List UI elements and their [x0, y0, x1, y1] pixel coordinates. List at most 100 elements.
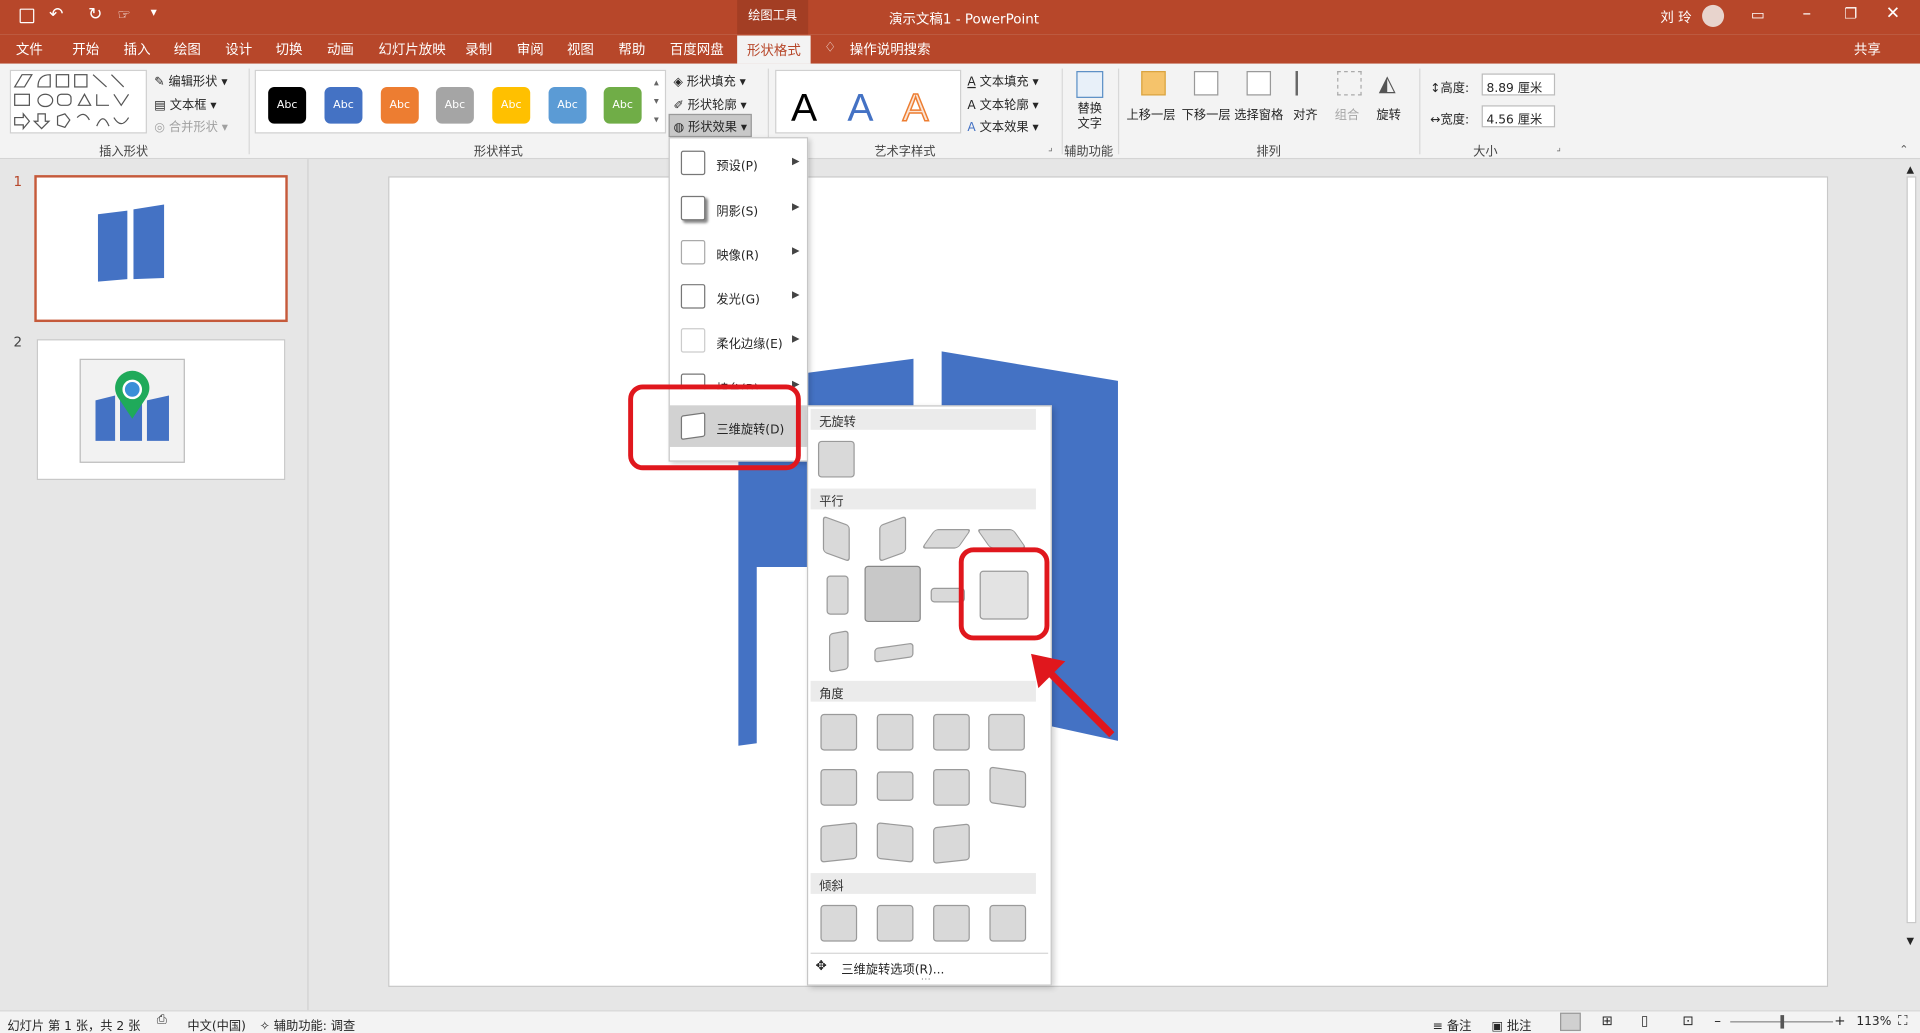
- slide-sorter-icon[interactable]: ⊞: [1602, 1013, 1613, 1029]
- rotate-button[interactable]: ◭ 旋转: [1376, 71, 1408, 138]
- tab-review[interactable]: 审阅: [517, 39, 544, 59]
- edit-shape-button[interactable]: ✎ 编辑形状 ▾: [154, 71, 227, 89]
- scroll-thumb[interactable]: [1906, 176, 1917, 924]
- reading-view-icon[interactable]: ▯: [1641, 1013, 1648, 1029]
- rotation-off-axis-2-right[interactable]: [828, 630, 849, 673]
- shape-outline-button[interactable]: ✐ 形状轮廓 ▾: [673, 94, 746, 112]
- style-swatch-green[interactable]: Abc: [603, 86, 642, 124]
- user-name[interactable]: 刘 玲: [1660, 7, 1691, 27]
- dialog-launcher-icon[interactable]: ⌟: [1048, 142, 1053, 153]
- tab-shape-format[interactable]: 形状格式: [737, 35, 811, 64]
- zoom-level[interactable]: 113%: [1856, 1015, 1891, 1028]
- vertical-scrollbar[interactable]: ▲ ▼: [1902, 161, 1919, 1009]
- rotation-isometric-top-up[interactable]: [921, 528, 972, 549]
- selection-pane-button[interactable]: 选择窗格: [1234, 71, 1288, 138]
- rotation-perspective-front[interactable]: [820, 713, 858, 751]
- redo-icon[interactable]: ↻: [88, 5, 102, 25]
- scroll-down-icon[interactable]: ▼: [1907, 936, 1915, 947]
- width-field[interactable]: 4.56 厘米: [1481, 105, 1556, 128]
- tab-baidu-netdisk[interactable]: 百度网盘: [670, 39, 724, 59]
- collapse-ribbon-icon[interactable]: ⌃: [1899, 144, 1908, 156]
- textbox-button[interactable]: ▤ 文本框 ▾: [154, 94, 216, 112]
- scroll-up-icon[interactable]: ▲: [1907, 164, 1915, 175]
- tab-home[interactable]: 开始: [72, 39, 99, 59]
- rotation-perspective-moderate[interactable]: [933, 768, 970, 806]
- bring-forward-button[interactable]: 上移一层: [1127, 71, 1181, 138]
- gallery-scroll-icon[interactable]: ▴ ▾ ▾: [654, 73, 659, 128]
- shape-panels[interactable]: [389, 178, 1829, 989]
- resize-grip-icon[interactable]: ⋯: [921, 973, 931, 984]
- shape-gallery[interactable]: [9, 69, 147, 134]
- menu-item-glow[interactable]: 发光(G) ▶: [670, 276, 807, 318]
- slide-canvas[interactable]: [388, 176, 1829, 989]
- slide-thumbnail-2[interactable]: [36, 339, 286, 481]
- rotation-perspective-right[interactable]: [933, 713, 970, 751]
- text-outline-button[interactable]: A 文本轮廓 ▾: [967, 94, 1038, 112]
- tab-draw[interactable]: 绘图: [174, 39, 201, 59]
- tab-insert[interactable]: 插入: [124, 39, 151, 59]
- rotation-isometric-right-up[interactable]: [879, 515, 907, 563]
- tab-help[interactable]: 帮助: [618, 39, 645, 59]
- fit-slide-icon[interactable]: ⛶: [1898, 1013, 1907, 1030]
- rotation-oblique-top-right[interactable]: [876, 904, 914, 942]
- rotation-perspective-contrasting-right[interactable]: [876, 822, 914, 863]
- menu-item-reflection[interactable]: 映像(R) ▶: [670, 231, 807, 273]
- minimize-icon[interactable]: –: [1802, 4, 1811, 24]
- customize-qat-icon[interactable]: ▾: [151, 6, 157, 19]
- wordart-blue[interactable]: A: [847, 86, 873, 130]
- merge-shapes-button[interactable]: ◎ 合并形状 ▾: [154, 116, 228, 134]
- rotation-perspective-heroic-left[interactable]: [933, 823, 970, 864]
- height-field[interactable]: 8.89 厘米: [1481, 73, 1556, 96]
- rotation-none[interactable]: [817, 440, 855, 478]
- tab-animations[interactable]: 动画: [327, 39, 354, 59]
- align-button[interactable]: 对齐: [1293, 71, 1325, 138]
- group-button[interactable]: 组合: [1335, 71, 1367, 138]
- tab-design[interactable]: 设计: [225, 39, 252, 59]
- wordart-black[interactable]: A: [791, 86, 817, 130]
- zoom-slider-thumb[interactable]: [1780, 1015, 1785, 1029]
- tell-me-search[interactable]: 操作说明搜索: [850, 39, 931, 59]
- dialog-launcher-icon[interactable]: ⌟: [1556, 142, 1561, 153]
- rotation-isometric-top-down[interactable]: [976, 528, 1027, 549]
- save-icon[interactable]: [19, 8, 35, 24]
- rotation-off-axis-2-top[interactable]: [874, 642, 914, 663]
- slideshow-icon[interactable]: ⊡: [1682, 1013, 1693, 1029]
- slide-thumbnail-1[interactable]: [34, 175, 288, 323]
- restore-icon[interactable]: ❐: [1844, 5, 1857, 22]
- rotation-oblique-bottom-left[interactable]: [933, 904, 970, 942]
- touch-mode-icon[interactable]: ☞: [118, 6, 131, 23]
- rotation-oblique-top-left[interactable]: [820, 904, 858, 942]
- rotation-perspective-relaxed[interactable]: [876, 771, 914, 801]
- accessibility-status[interactable]: ✧ 辅助功能: 调查: [260, 1015, 356, 1033]
- rotation-perspective-heroic[interactable]: [989, 766, 1027, 809]
- text-fill-button[interactable]: A 文本填充 ▾: [967, 71, 1038, 89]
- text-effects-button[interactable]: A 文本效果 ▾: [967, 116, 1038, 134]
- rotation-perspective-contrasting-left[interactable]: [820, 822, 858, 863]
- rotation-perspective-above[interactable]: [820, 768, 858, 806]
- notes-button[interactable]: ≡ 备注: [1433, 1015, 1472, 1033]
- zoom-out-icon[interactable]: –: [1714, 1013, 1721, 1029]
- style-swatch-black[interactable]: Abc: [268, 86, 307, 124]
- tab-slideshow[interactable]: 幻灯片放映: [378, 39, 445, 59]
- menu-item-soft-edges[interactable]: 柔化边缘(E) ▶: [670, 320, 807, 362]
- rotation-off-axis-1-left[interactable]: [826, 575, 849, 615]
- rotation-oblique-bottom-right[interactable]: [989, 904, 1027, 942]
- rotation-perspective-below[interactable]: [988, 713, 1025, 751]
- style-swatch-blue[interactable]: Abc: [324, 86, 363, 124]
- shape-fill-button[interactable]: ◈ 形状填充 ▾: [673, 71, 745, 89]
- normal-view-icon[interactable]: [1560, 1012, 1581, 1032]
- tab-transitions[interactable]: 切换: [276, 39, 303, 59]
- style-swatch-lightblue[interactable]: Abc: [548, 86, 587, 124]
- rotation-perspective-left[interactable]: [876, 713, 914, 751]
- tab-view[interactable]: 视图: [567, 39, 594, 59]
- undo-icon[interactable]: ↶: [49, 5, 63, 25]
- rotation-isometric-left-down[interactable]: [822, 515, 850, 563]
- style-swatch-gray[interactable]: Abc: [435, 86, 474, 124]
- style-swatch-gold[interactable]: Abc: [492, 86, 531, 124]
- wordart-orange-outline[interactable]: A: [902, 85, 930, 131]
- send-backward-button[interactable]: 下移一层: [1182, 71, 1236, 138]
- avatar[interactable]: [1702, 4, 1725, 27]
- rotation-off-axis-1-right[interactable]: [864, 565, 921, 623]
- zoom-in-icon[interactable]: +: [1834, 1013, 1845, 1029]
- language-indicator[interactable]: 中文(中国): [187, 1015, 246, 1033]
